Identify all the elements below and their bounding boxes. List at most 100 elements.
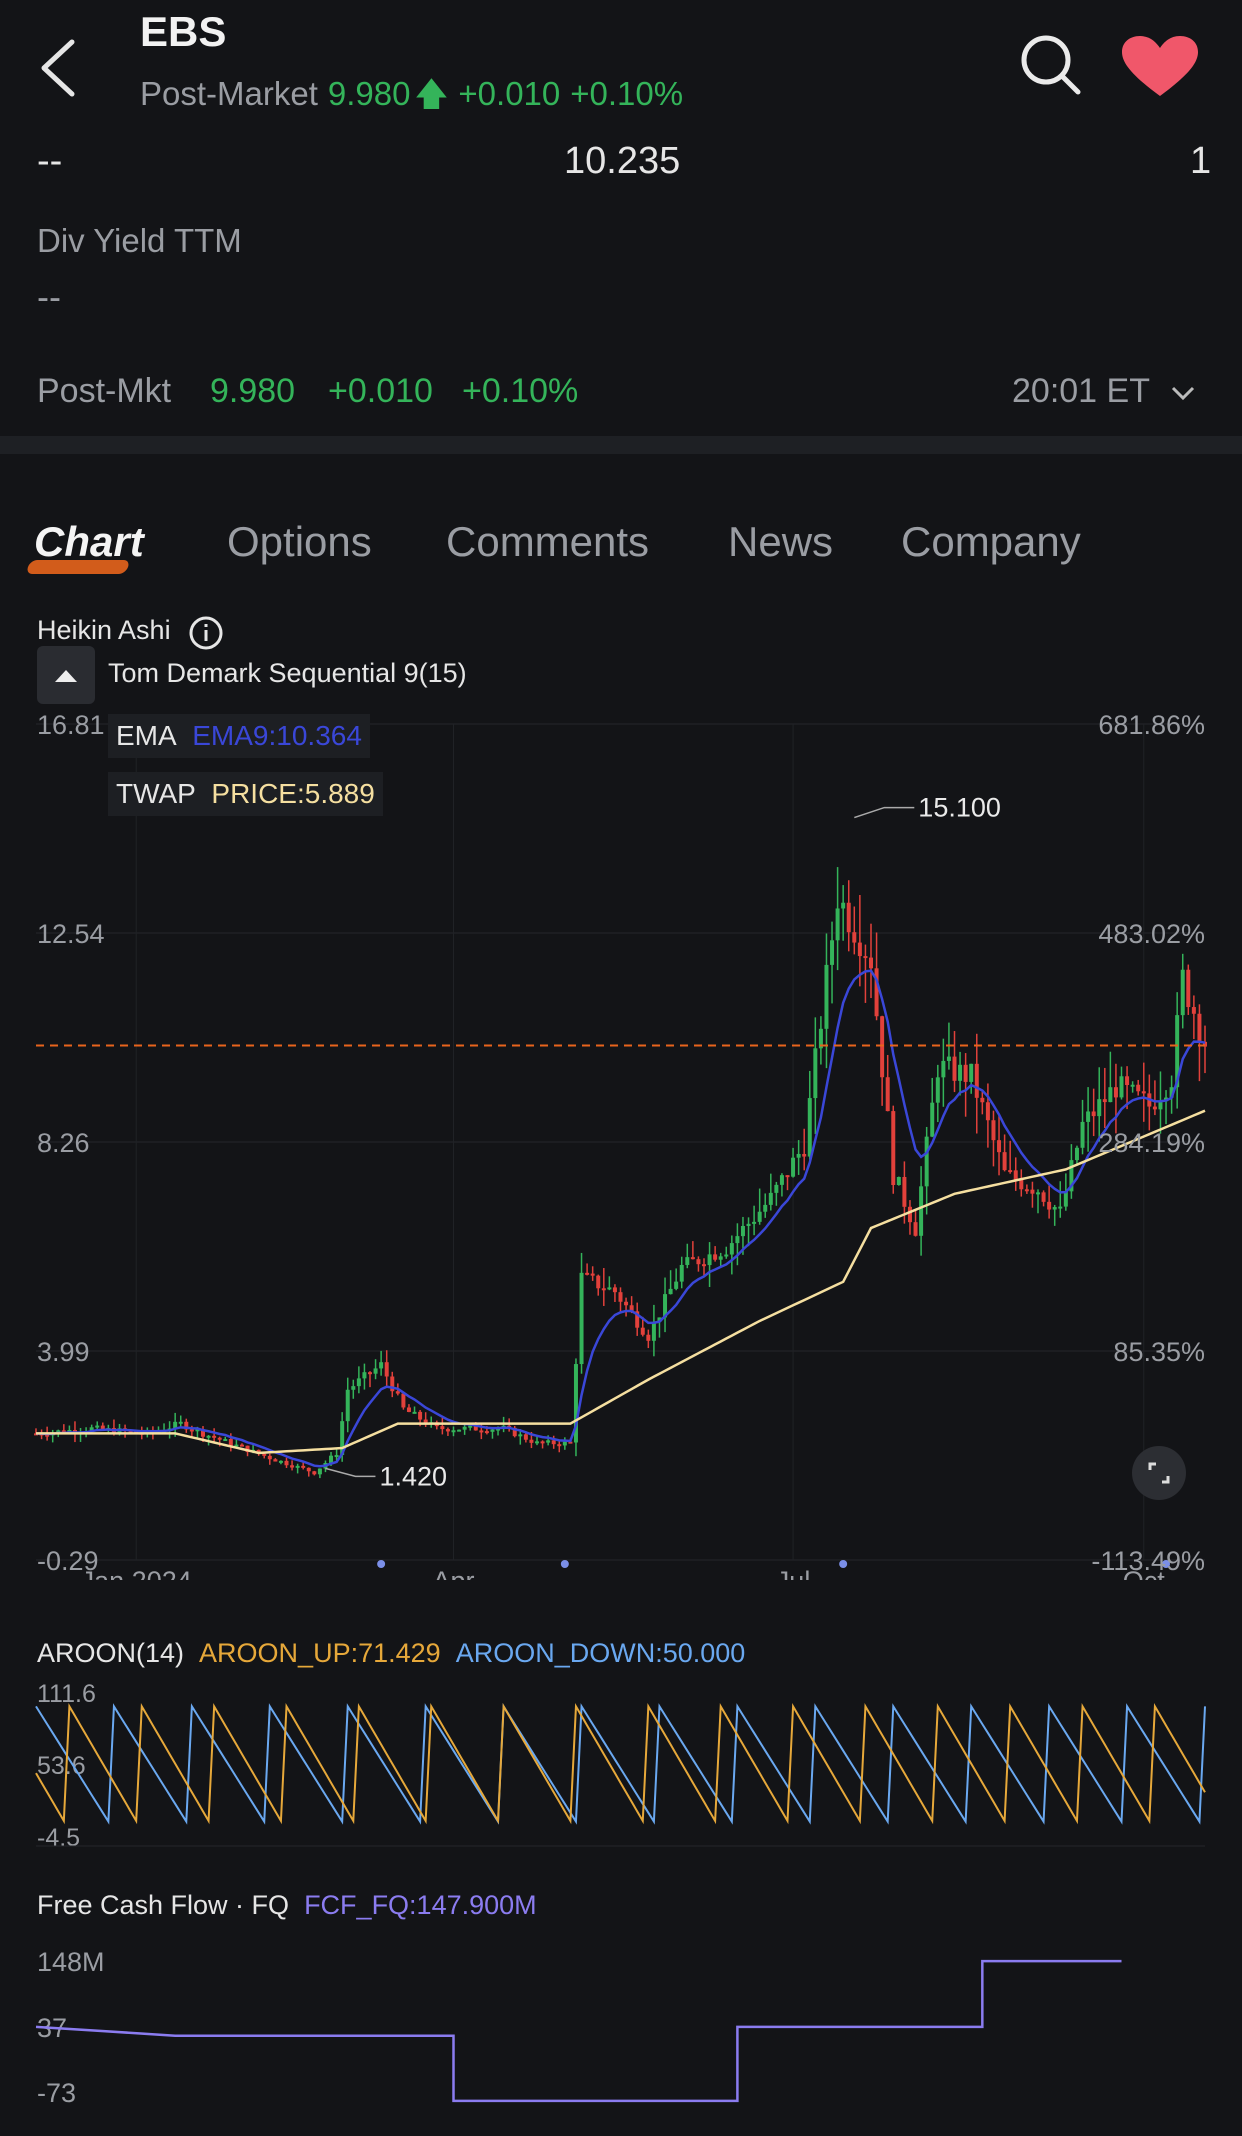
candle-body: [1119, 1076, 1124, 1098]
candle-body: [406, 1407, 411, 1412]
candle-body: [646, 1334, 651, 1341]
candle-body: [679, 1264, 684, 1282]
chevron-down-icon[interactable]: [1170, 384, 1196, 402]
candle-body: [1102, 1099, 1107, 1103]
candle-body: [412, 1411, 417, 1414]
candle-body: [991, 1120, 996, 1141]
candle-body: [841, 902, 846, 909]
div-yield-label: Div Yield TTM: [37, 222, 242, 259]
candle-body: [95, 1425, 100, 1428]
candle-body: [969, 1063, 974, 1082]
candle-body: [440, 1426, 445, 1430]
candle-body: [785, 1175, 790, 1178]
fcf-step-line: [35, 1959, 1122, 2103]
back-arrow-icon[interactable]: [36, 38, 86, 98]
fcf-title: Free Cash Flow · FQ: [37, 1890, 290, 1920]
candle-body: [1074, 1147, 1079, 1161]
fcf-y-tick: -73: [37, 2078, 76, 2108]
candle-body: [813, 1048, 818, 1099]
post-mkt-price: 9.980: [210, 372, 296, 410]
fullscreen-button[interactable]: [1132, 1446, 1186, 1500]
event-dot: [560, 1560, 569, 1568]
y-tick-right: 85.35%: [1113, 1337, 1205, 1367]
candle-body: [379, 1362, 384, 1369]
collapse-indicators-button[interactable]: [37, 646, 95, 704]
candle-body: [189, 1429, 194, 1432]
candle-body: [757, 1211, 762, 1222]
candle-body: [345, 1389, 350, 1422]
x-tick-label: Jul: [776, 1566, 811, 1580]
candle-body: [702, 1264, 706, 1267]
candle-body: [852, 932, 857, 943]
candle-body: [278, 1460, 283, 1463]
fcf-chart[interactable]: 148M37-73: [0, 1930, 1242, 2136]
candle-body: [1186, 969, 1191, 1008]
candle-body: [963, 1064, 968, 1082]
info-icon[interactable]: [188, 615, 224, 651]
candle-body: [958, 1064, 963, 1081]
candle-body: [807, 1098, 812, 1157]
post-mkt-change: +0.010: [328, 372, 433, 410]
candle-body: [980, 1097, 985, 1103]
candle-body: [418, 1411, 423, 1420]
candle-body: [612, 1287, 617, 1293]
twap-legend: TWAP PRICE:5.889: [108, 772, 383, 816]
main-price-chart[interactable]: 16.81 681.86% 12.54 483.02% 8.26 284.19% 3.99 8…: [0, 700, 1242, 1580]
candle-body: [779, 1175, 784, 1185]
y-tick-left: 8.26: [37, 1128, 90, 1158]
tab-news[interactable]: News: [728, 518, 833, 566]
twap-label: TWAP: [116, 778, 196, 809]
candle-body: [713, 1254, 718, 1260]
candle-body: [373, 1368, 378, 1374]
candle-body: [523, 1434, 528, 1440]
ema-label: EMA: [116, 720, 177, 751]
post-market-summary: Post-Market 9.980 🡅 +0.010 +0.10%: [140, 70, 693, 126]
candle-body: [763, 1204, 768, 1212]
quote-center-value: 10.235: [564, 140, 681, 182]
post-market-price: 9.980: [327, 75, 411, 112]
tab-chart[interactable]: Chart: [34, 518, 144, 566]
candle-body: [846, 902, 851, 933]
candle-body: [985, 1102, 990, 1121]
tab-options[interactable]: Options: [227, 518, 372, 566]
search-icon[interactable]: [1018, 32, 1084, 98]
low-leader-line: [325, 1467, 376, 1478]
candle-body: [952, 1056, 957, 1081]
ema-legend: EMA EMA9:10.364: [108, 714, 370, 758]
triangle-up-icon: [55, 670, 77, 682]
candle-body: [1080, 1121, 1085, 1148]
event-dot: [377, 1560, 386, 1568]
candle-body: [451, 1430, 456, 1433]
tab-comments[interactable]: Comments: [446, 518, 649, 566]
aroon-chart[interactable]: 111.653.6-4.5: [0, 1680, 1242, 1850]
tab-company[interactable]: Company: [901, 518, 1081, 566]
candle-body: [462, 1426, 467, 1430]
candle-body: [735, 1236, 740, 1244]
candle-body: [685, 1257, 690, 1265]
fcf-value: FCF_FQ:147.900M: [304, 1890, 537, 1920]
high-leader-line: [854, 806, 915, 819]
candle-body: [479, 1430, 484, 1433]
candle-body: [935, 1077, 940, 1103]
y-tick-right: 284.19%: [1098, 1128, 1205, 1158]
aroon-legend: AROON(14) AROON_UP:71.429 AROON_DOWN:50.…: [37, 1638, 745, 1669]
candle-body: [178, 1421, 183, 1424]
candle-body: [262, 1453, 267, 1456]
candle-body: [919, 1186, 924, 1236]
candle-body: [863, 956, 868, 959]
ticker-symbol: EBS: [140, 8, 227, 55]
candle-body: [312, 1471, 317, 1475]
candle-body: [946, 1056, 951, 1061]
candle-body: [334, 1455, 339, 1458]
fcf-legend: Free Cash Flow · FQ FCF_FQ:147.900M: [37, 1890, 537, 1921]
candle-body: [484, 1431, 489, 1434]
candle-body: [1002, 1152, 1007, 1171]
post-market-percent: +0.10%: [570, 75, 684, 112]
post-mkt-time[interactable]: 20:01 ET: [1012, 372, 1150, 411]
candle-body: [724, 1254, 729, 1257]
favorite-heart-icon[interactable]: [1120, 34, 1200, 98]
x-tick-label: Jan 2024: [81, 1566, 192, 1580]
candle-body: [997, 1140, 1002, 1153]
aroon-y-tick: 111.6: [37, 1680, 96, 1708]
candle-body: [267, 1455, 272, 1460]
